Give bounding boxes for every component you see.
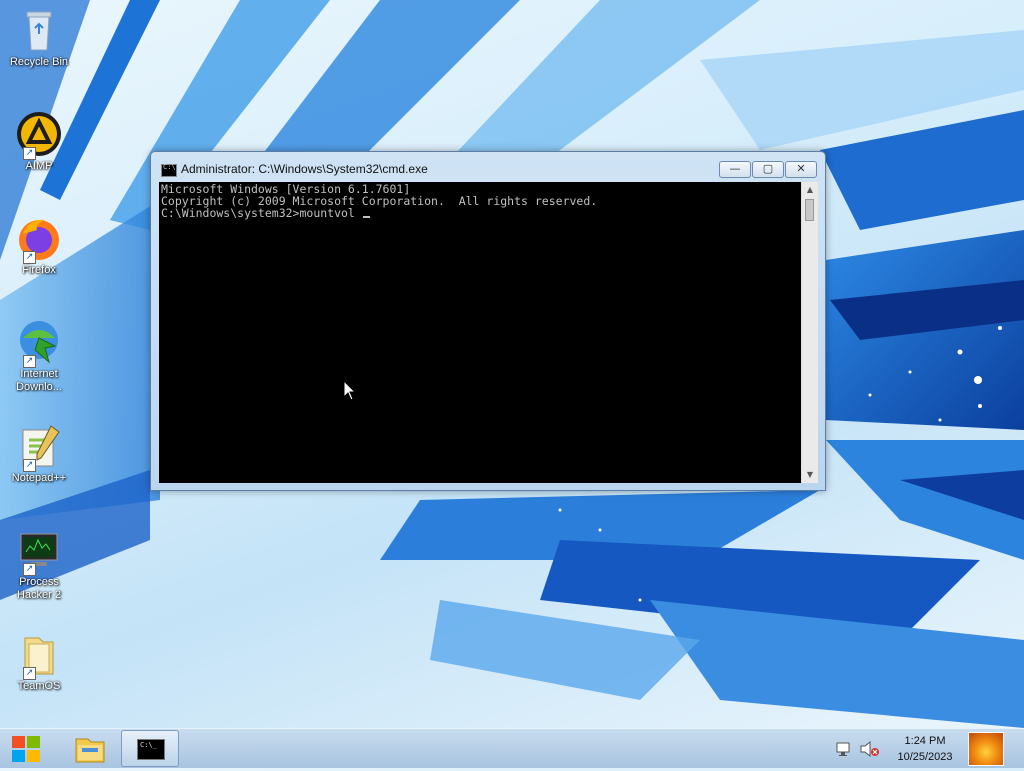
shortcut-arrow-icon: ↗ [23, 667, 36, 680]
clock-time[interactable]: 1:24 PM [890, 735, 960, 747]
windows-logo-icon [12, 736, 40, 762]
window-title: Administrator: C:\Windows\System32\cmd.e… [181, 162, 428, 176]
network-icon[interactable] [836, 741, 854, 757]
desktop-icon-aimp[interactable]: ↗ AIMP [4, 110, 74, 173]
process-hacker-icon: ↗ [15, 526, 63, 576]
shortcut-arrow-icon: ↗ [23, 251, 36, 264]
console-prompt-line: C:\Windows\system32>mountvol [161, 207, 801, 219]
close-button[interactable]: ✕ [785, 161, 817, 178]
maximize-button[interactable]: ▢ [752, 161, 784, 178]
desktop-icon-firefox[interactable]: ↗ Firefox [4, 214, 74, 277]
desktop-icon-label: AIMP [25, 160, 53, 172]
show-desktop-button[interactable] [968, 732, 1004, 766]
scroll-thumb[interactable] [805, 199, 814, 221]
console-area[interactable]: Microsoft Windows [Version 6.1.7601] Copy… [159, 182, 818, 483]
desktop-icon-recycle-bin[interactable]: Recycle Bin [4, 6, 74, 69]
desktop-icon-notepad-plus-plus[interactable]: ↗ Notepad++ [4, 422, 74, 485]
taskbar-cmd-button[interactable]: C:\_ [121, 730, 179, 767]
shortcut-arrow-icon: ↗ [23, 563, 36, 576]
cmd-app-icon: C:\_ [137, 739, 165, 760]
cmd-app-icon[interactable]: C:\ [161, 163, 177, 177]
desktop-icon-label: Recycle Bin [9, 56, 69, 68]
scroll-down-arrow-icon[interactable]: ▼ [802, 467, 818, 483]
start-button[interactable] [8, 734, 46, 764]
folder-icon: ↗ [15, 630, 63, 680]
desktop-icon-label: Process Hacker 2 [16, 576, 62, 601]
console-input: C:\Windows\system32>mountvol [161, 206, 362, 220]
desktop-icon-internet-download-manager[interactable]: ↗ Internet Downlo... [4, 318, 74, 394]
clock-date[interactable]: 10/25/2023 [890, 751, 960, 763]
desktop-icon-teamos[interactable]: ↗ TeamOS [4, 630, 74, 693]
desktop-icon-label: Notepad++ [11, 472, 67, 484]
shortcut-arrow-icon: ↗ [23, 459, 36, 472]
cmd-window[interactable]: C:\ Administrator: C:\Windows\System32\c… [150, 151, 826, 491]
desktop-icon-label: TeamOS [17, 680, 61, 692]
volume-muted-icon[interactable] [860, 741, 880, 757]
console-text[interactable]: Microsoft Windows [Version 6.1.7601] Copy… [161, 182, 801, 484]
desktop-icon-label: Internet Downlo... [16, 368, 62, 393]
minimize-button[interactable]: — [719, 161, 751, 178]
vertical-scrollbar[interactable]: ▲ ▼ [801, 182, 818, 483]
desktop-icon-label: Firefox [22, 264, 56, 276]
scroll-up-arrow-icon[interactable]: ▲ [802, 182, 818, 198]
shortcut-arrow-icon: ↗ [23, 355, 36, 368]
mouse-pointer-icon [343, 380, 357, 401]
folder-icon [75, 738, 105, 763]
notepad-plus-plus-icon: ↗ [15, 422, 63, 472]
firefox-icon: ↗ [15, 214, 63, 264]
recycle-bin-icon [15, 6, 63, 54]
internet-download-manager-icon: ↗ [15, 318, 63, 368]
window-title-bar[interactable]: C:\ Administrator: C:\Windows\System32\c… [151, 152, 825, 182]
text-cursor [362, 216, 370, 218]
taskbar: C:\_ 1:24 PM 10/25/2023 [0, 728, 1024, 768]
taskbar-file-explorer-button[interactable] [66, 731, 114, 767]
desktop-icon-process-hacker[interactable]: ↗ Process Hacker 2 [4, 526, 74, 602]
aimp-icon: ↗ [15, 110, 63, 160]
shortcut-arrow-icon: ↗ [23, 147, 36, 160]
